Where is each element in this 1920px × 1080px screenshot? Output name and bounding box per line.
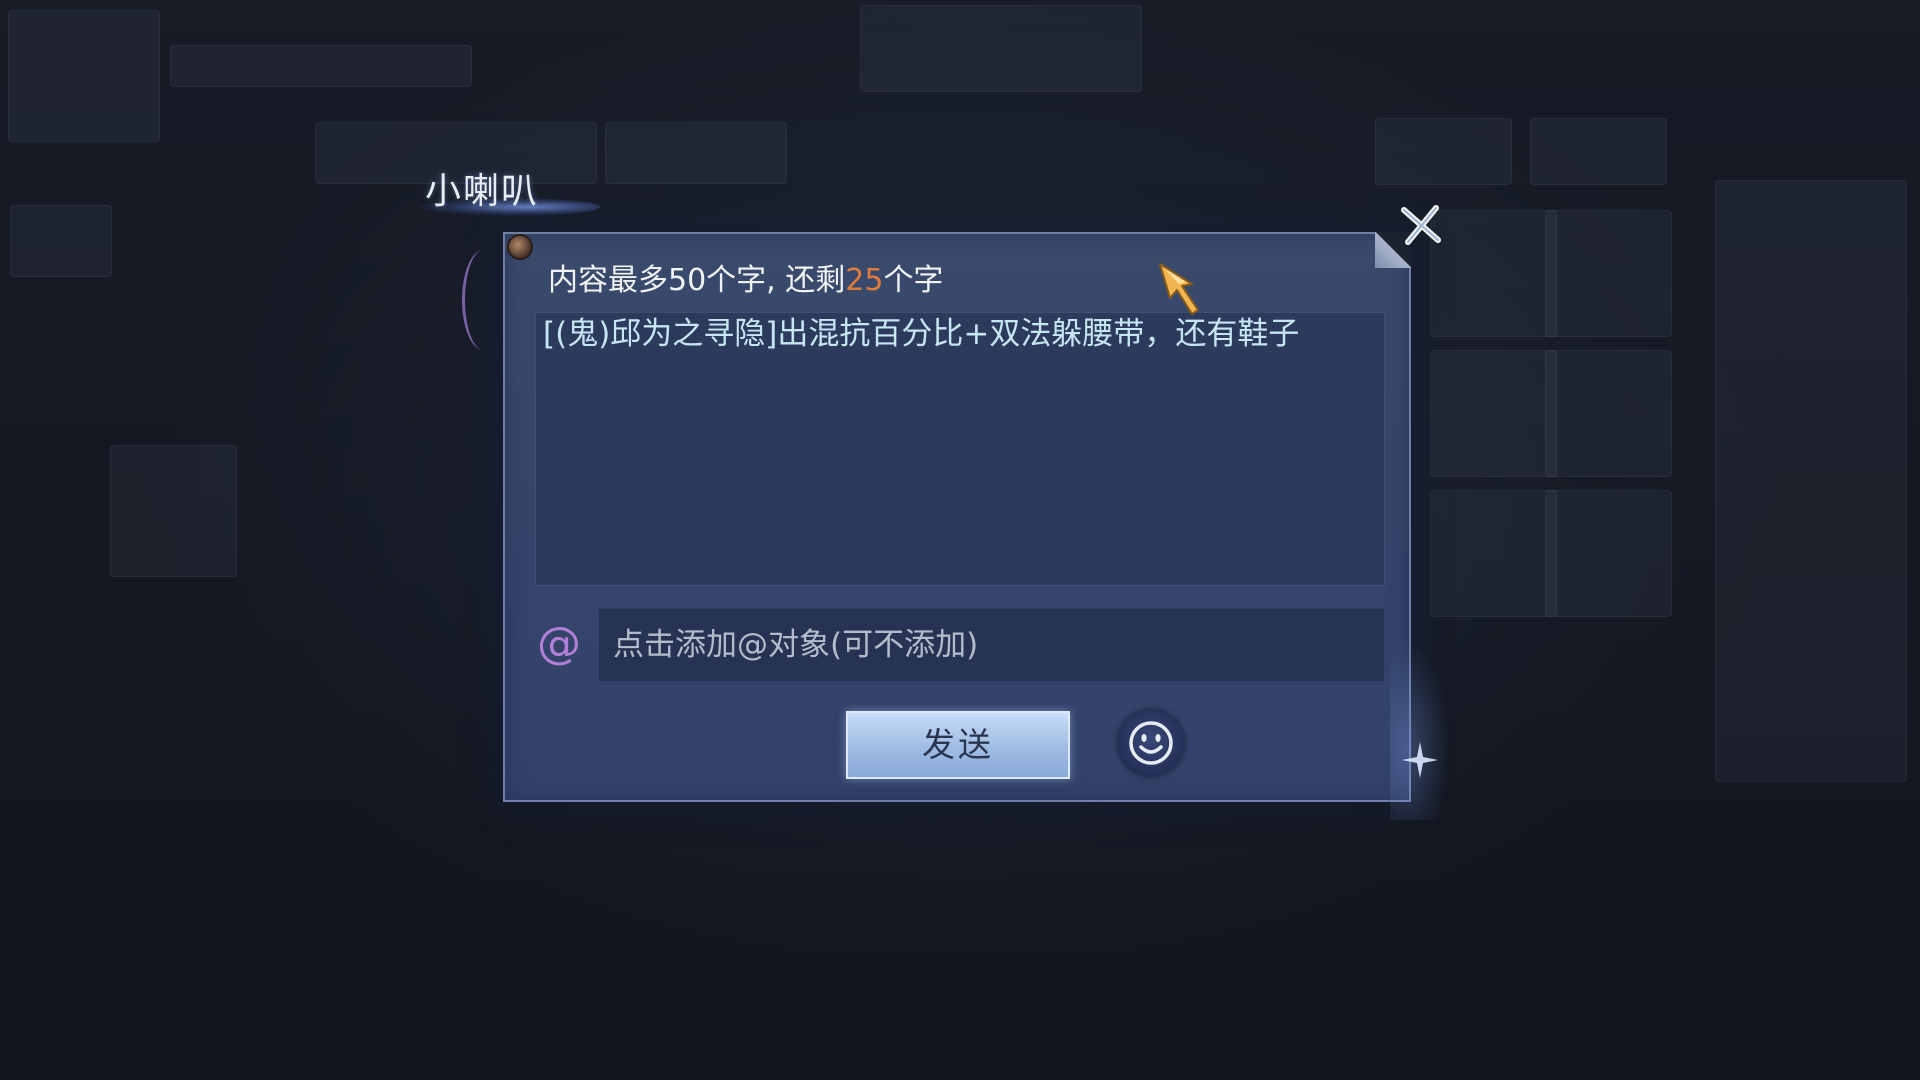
close-icon (1401, 205, 1441, 245)
send-button[interactable]: 发送 (846, 711, 1070, 779)
at-icon[interactable]: @ (536, 618, 582, 670)
close-button[interactable] (1392, 196, 1450, 254)
dialog-title: 小喇叭 (425, 171, 540, 212)
char-limit-prefix: 内容最多50个字, 还剩 (548, 263, 846, 298)
scroll-tassel (462, 250, 505, 350)
game-screen: 小喇叭 内容最多50个字, 还剩25个字 [(鬼)邱为之寻隐]出混抗百分比+双法… (0, 0, 1920, 1080)
message-text[interactable]: [(鬼)邱为之寻隐]出混抗百分比+双法躲腰带，还有鞋子 (543, 317, 1373, 351)
emoji-button[interactable] (1118, 710, 1184, 776)
char-limit-hint: 内容最多50个字, 还剩25个字 (548, 255, 943, 299)
scroll-knob (507, 234, 533, 260)
smiley-face-icon (1129, 721, 1173, 765)
at-target-input[interactable] (598, 608, 1385, 682)
message-input-box[interactable] (535, 312, 1385, 586)
char-limit-suffix: 个字 (883, 263, 944, 298)
remaining-count: 25 (845, 263, 884, 298)
dialog-glow (1390, 640, 1450, 820)
golden-arrow-cursor-icon (1158, 262, 1210, 318)
sparkle-icon (1400, 740, 1440, 780)
